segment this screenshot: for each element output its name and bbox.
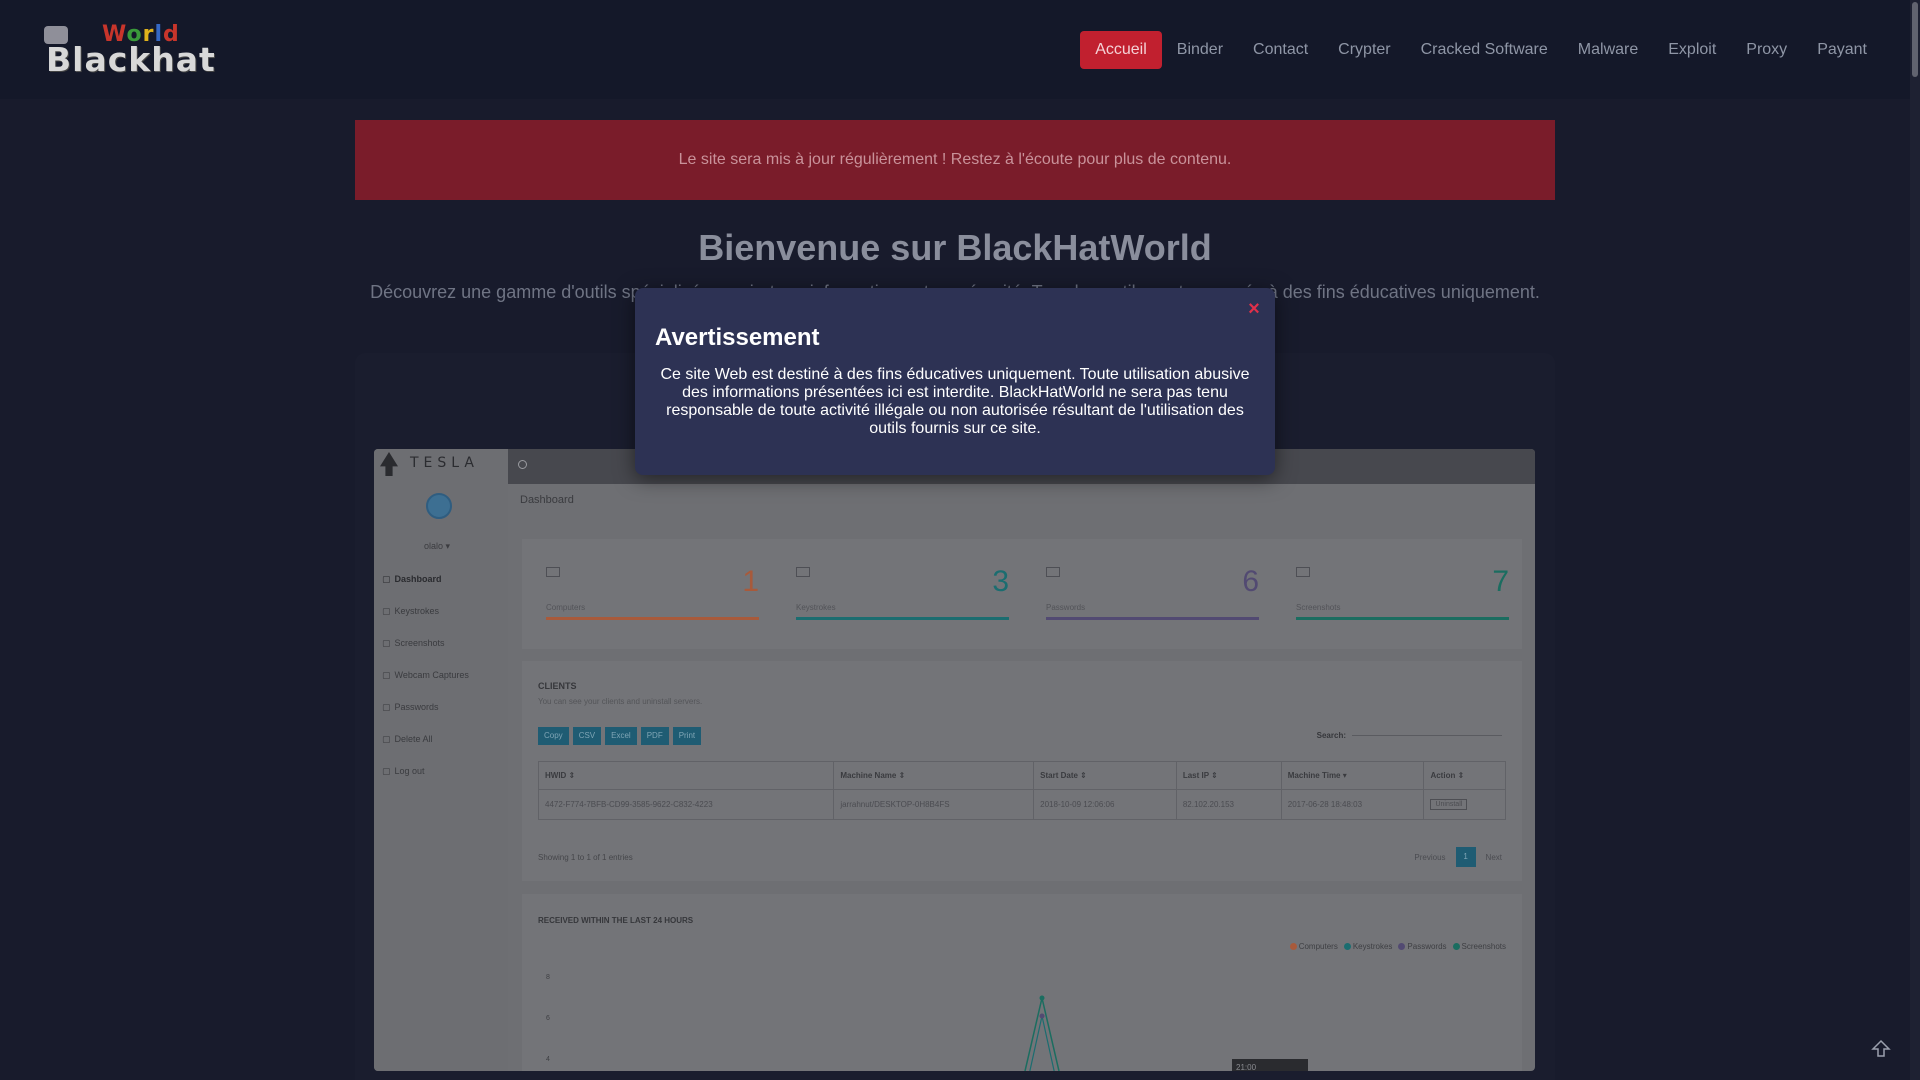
- scrollbar-thumb[interactable]: [1912, 2, 1918, 77]
- modal-body: Ce site Web est destiné à des fins éduca…: [660, 366, 1250, 437]
- modal-title: Avertissement: [655, 324, 820, 351]
- modal-backdrop[interactable]: [0, 0, 1910, 1080]
- page-scrollbar[interactable]: [1910, 0, 1920, 1080]
- warning-modal: × Avertissement Ce site Web est destiné …: [635, 288, 1275, 475]
- close-icon[interactable]: ×: [1243, 298, 1265, 320]
- scroll-to-top-icon[interactable]: [1870, 1038, 1892, 1060]
